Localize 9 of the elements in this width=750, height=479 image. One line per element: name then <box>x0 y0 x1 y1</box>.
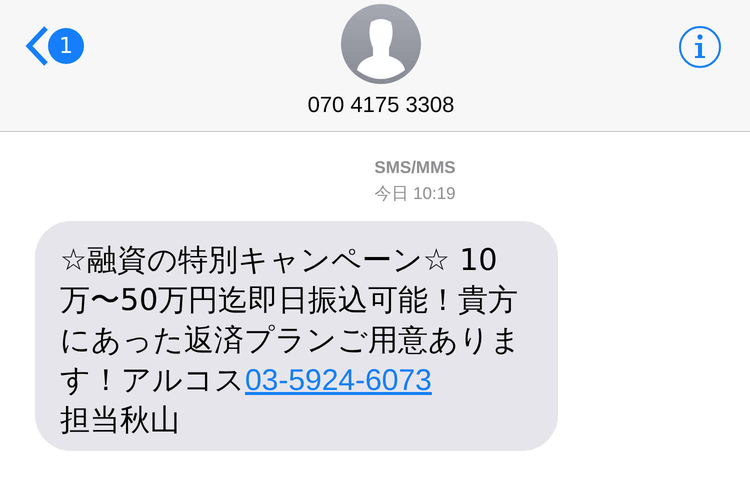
info-icon[interactable] <box>678 25 722 69</box>
avatar-icon[interactable] <box>340 4 421 84</box>
message-text: ☆融資の特別キャンペーン☆ 10万〜50万円迄即日振込可能！貴方にあった返済プランご用意あります！アルコス03-5924-6073 担当秋山 <box>60 242 522 440</box>
timestamp: 今日 10:19 <box>373 183 457 205</box>
contact-number[interactable]: 070 4175 3308 <box>308 92 454 118</box>
unread-badge[interactable]: 1 <box>48 28 84 64</box>
service-label: SMS/MMS <box>373 158 457 178</box>
back-chevron-icon[interactable] <box>24 25 50 67</box>
phone-link[interactable]: 03-5924-6073 <box>245 364 432 397</box>
